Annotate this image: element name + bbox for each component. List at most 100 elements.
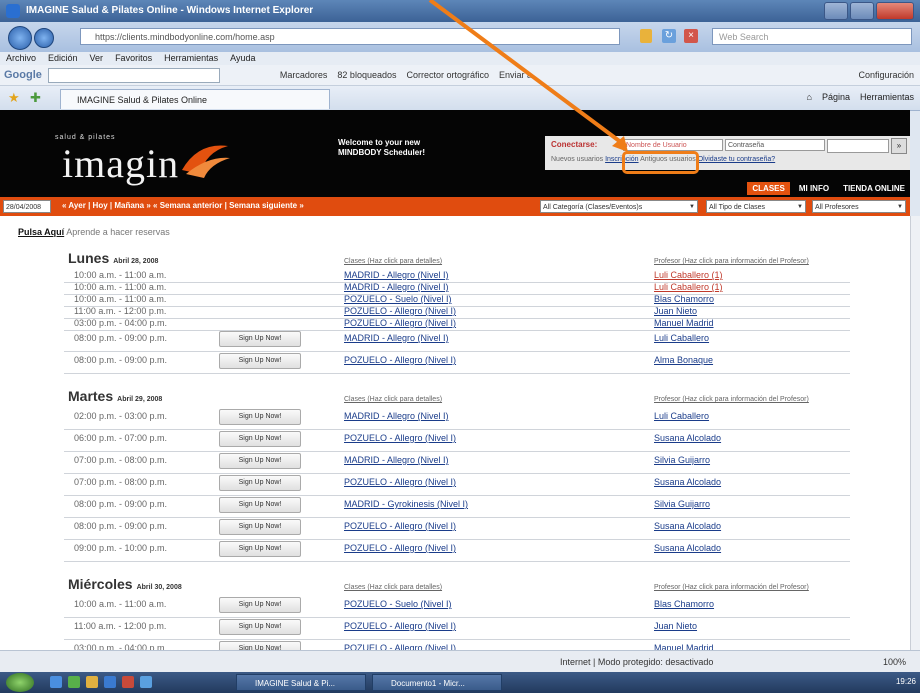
maximize-button[interactable] bbox=[850, 2, 874, 20]
scrollbar[interactable] bbox=[910, 216, 920, 650]
sign-up-button[interactable]: Sign Up Now! bbox=[219, 597, 301, 613]
class-link[interactable]: MADRID - Allegro (Nivel I) bbox=[344, 411, 449, 421]
menu-item[interactable]: Ver bbox=[90, 52, 104, 65]
tab-clases[interactable]: CLASES bbox=[747, 182, 790, 195]
professor-link[interactable]: Juan Nieto bbox=[654, 621, 697, 631]
class-link[interactable]: POZUELO - Allegro (Nivel I) bbox=[344, 521, 456, 531]
sign-up-button[interactable]: Sign Up Now! bbox=[219, 431, 301, 447]
class-link[interactable]: POZUELO - Allegro (Nivel I) bbox=[344, 433, 456, 443]
stop-icon[interactable]: × bbox=[684, 29, 698, 43]
spellcheck-button[interactable]: Corrector ortográfico bbox=[406, 70, 489, 80]
sign-up-button[interactable]: Sign Up Now! bbox=[219, 641, 301, 650]
zoom-level[interactable]: 100% bbox=[883, 657, 906, 667]
menu-item[interactable]: Edición bbox=[48, 52, 78, 65]
professor-link[interactable]: Silvia Guijarro bbox=[654, 499, 710, 509]
class-link[interactable]: POZUELO - Allegro (Nivel I) bbox=[344, 543, 456, 553]
sign-up-button[interactable]: Sign Up Now! bbox=[219, 453, 301, 469]
class-link[interactable]: POZUELO - Allegro (Nivel I) bbox=[344, 643, 456, 650]
menu-item[interactable]: Ayuda bbox=[230, 52, 255, 65]
taskbar-item-word[interactable]: Documento1 - Micr... bbox=[372, 674, 502, 691]
quicklaunch-icon[interactable] bbox=[104, 676, 116, 688]
start-button[interactable] bbox=[6, 673, 34, 692]
professor-link[interactable]: Susana Alcolado bbox=[654, 521, 721, 531]
professor-link[interactable]: Luli Caballero bbox=[654, 411, 709, 421]
class-link[interactable]: MADRID - Gyrokinesis (Nivel I) bbox=[344, 499, 468, 509]
menu-item[interactable]: Favoritos bbox=[115, 52, 152, 65]
professor-link[interactable]: Luli Caballero bbox=[654, 333, 709, 343]
professor-link[interactable]: Silvia Guijarro bbox=[654, 455, 710, 465]
professor-select[interactable]: All Profesores bbox=[812, 200, 906, 213]
professor-link[interactable]: Blas Chamorro bbox=[654, 294, 714, 304]
taskbar-item-ie[interactable]: IMAGINE Salud & Pi... bbox=[236, 674, 366, 691]
menu-item[interactable]: Herramientas bbox=[164, 52, 218, 65]
class-link[interactable]: MADRID - Allegro (Nivel I) bbox=[344, 455, 449, 465]
help-link[interactable]: Pulsa Aquí bbox=[18, 227, 64, 237]
close-button[interactable] bbox=[876, 2, 914, 20]
google-search-input[interactable] bbox=[47, 67, 220, 83]
address-bar[interactable]: https://clients.mindbodyonline.com/home.… bbox=[80, 28, 620, 45]
date-navigation[interactable]: « Ayer | Hoy | Mañana » « Semana anterio… bbox=[62, 201, 304, 210]
forward-button[interactable] bbox=[34, 28, 54, 48]
home-icon[interactable]: ⌂ bbox=[807, 92, 812, 102]
site-logo[interactable]: imagin bbox=[62, 140, 179, 187]
professor-link[interactable]: Susana Alcolado bbox=[654, 543, 721, 553]
send-to-button[interactable]: Enviar a bbox=[499, 70, 532, 80]
sign-up-button[interactable]: Sign Up Now! bbox=[219, 497, 301, 513]
quicklaunch-icon[interactable] bbox=[68, 676, 80, 688]
menu-item[interactable]: Archivo bbox=[6, 52, 36, 65]
category-select[interactable]: All Categoría (Clases/Eventos)s bbox=[540, 200, 698, 213]
class-link[interactable]: POZUELO - Allegro (Nivel I) bbox=[344, 477, 456, 487]
class-link[interactable]: POZUELO - Allegro (Nivel I) bbox=[344, 621, 456, 631]
professor-column-header[interactable]: Profesor (Haz click para información del… bbox=[654, 396, 809, 403]
class-link[interactable]: POZUELO - Suelo (Nivel I) bbox=[344, 599, 452, 609]
login-go-button[interactable]: » bbox=[891, 138, 907, 154]
bookmarks-button[interactable]: Marcadores bbox=[280, 70, 328, 80]
quicklaunch-icon[interactable] bbox=[140, 676, 152, 688]
class-link[interactable]: POZUELO - Suelo (Nivel I) bbox=[344, 294, 452, 304]
quicklaunch-icon[interactable] bbox=[50, 676, 62, 688]
username-input[interactable]: Nombre de Usuario bbox=[623, 139, 723, 151]
page-menu[interactable]: Página bbox=[822, 92, 850, 102]
professor-link[interactable]: Susana Alcolado bbox=[654, 433, 721, 443]
class-type-select[interactable]: All Tipo de Clases bbox=[706, 200, 806, 213]
quicklaunch-icon[interactable] bbox=[86, 676, 98, 688]
professor-column-header[interactable]: Profesor (Haz click para información del… bbox=[654, 258, 809, 265]
professor-link[interactable]: Luli Caballero (1) bbox=[654, 282, 723, 292]
security-zone[interactable]: Internet | Modo protegido: desactivado bbox=[560, 657, 713, 667]
search-input[interactable]: Web Search bbox=[712, 28, 912, 45]
class-link[interactable]: MADRID - Allegro (Nivel I) bbox=[344, 270, 449, 280]
sign-up-button[interactable]: Sign Up Now! bbox=[219, 519, 301, 535]
class-column-header[interactable]: Clases (Haz click para detalles) bbox=[344, 396, 442, 403]
class-link[interactable]: MADRID - Allegro (Nivel I) bbox=[344, 282, 449, 292]
browser-tab[interactable]: IMAGINE Salud & Pilates Online bbox=[60, 89, 330, 109]
sign-up-button[interactable]: Sign Up Now! bbox=[219, 475, 301, 491]
date-input[interactable]: 28/04/2008 bbox=[3, 200, 51, 213]
window-title-bar[interactable]: IMAGINE Salud & Pilates Online - Windows… bbox=[0, 0, 920, 22]
class-column-header[interactable]: Clases (Haz click para detalles) bbox=[344, 584, 442, 591]
class-link[interactable]: POZUELO - Allegro (Nivel I) bbox=[344, 306, 456, 316]
tools-menu[interactable]: Herramientas bbox=[860, 92, 914, 102]
sign-up-button[interactable]: Sign Up Now! bbox=[219, 409, 301, 425]
sign-up-button[interactable]: Sign Up Now! bbox=[219, 619, 301, 635]
settings-button[interactable]: Configuración bbox=[858, 70, 914, 80]
sign-up-button[interactable]: Sign Up Now! bbox=[219, 353, 301, 369]
quicklaunch-icon[interactable] bbox=[122, 676, 134, 688]
professor-link[interactable]: Luli Caballero (1) bbox=[654, 270, 723, 280]
professor-link[interactable]: Alma Bonaque bbox=[654, 355, 713, 365]
tab-tienda-online[interactable]: TIENDA ONLINE bbox=[838, 182, 910, 195]
back-button[interactable] bbox=[8, 26, 32, 50]
professor-link[interactable]: Blas Chamorro bbox=[654, 599, 714, 609]
favorites-star-icon[interactable]: ★ bbox=[8, 90, 20, 106]
professor-link[interactable]: Juan Nieto bbox=[654, 306, 697, 316]
password-label-input[interactable]: Contraseña bbox=[725, 139, 825, 151]
forgot-password-link[interactable]: Olvidaste tu contraseña? bbox=[698, 156, 775, 163]
professor-link[interactable]: Manuel Madrid bbox=[654, 318, 714, 328]
sign-up-button[interactable]: Sign Up Now! bbox=[219, 331, 301, 347]
class-link[interactable]: POZUELO - Allegro (Nivel I) bbox=[344, 318, 456, 328]
lock-icon[interactable] bbox=[640, 29, 652, 43]
sign-up-button[interactable]: Sign Up Now! bbox=[219, 541, 301, 557]
class-column-header[interactable]: Clases (Haz click para detalles) bbox=[344, 258, 442, 265]
minimize-button[interactable] bbox=[824, 2, 848, 20]
class-link[interactable]: MADRID - Allegro (Nivel I) bbox=[344, 333, 449, 343]
popups-blocked-button[interactable]: 82 bloqueados bbox=[337, 70, 396, 80]
